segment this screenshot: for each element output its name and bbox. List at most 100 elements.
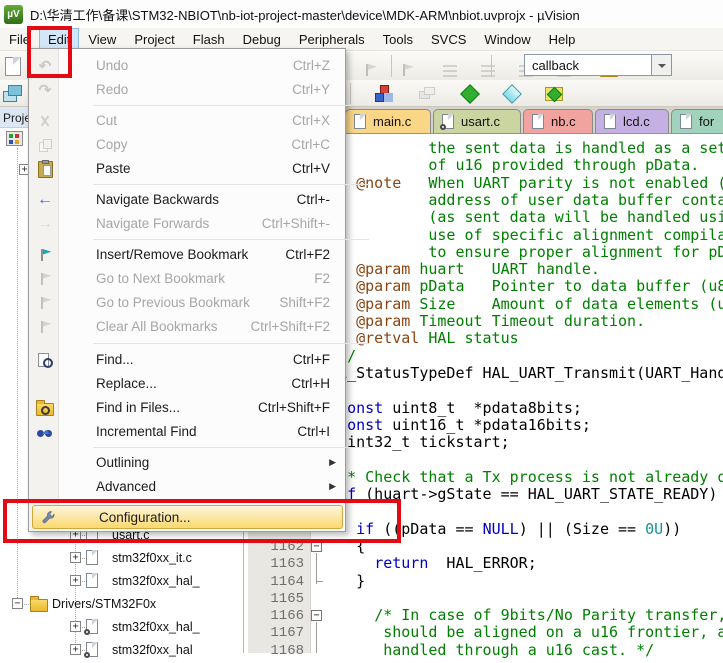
tab-label: usart.c — [461, 114, 500, 129]
menubar-item-window[interactable]: Window — [475, 28, 539, 50]
menu-item-find[interactable]: Find...Ctrl+F — [30, 348, 344, 372]
tab-usartc[interactable]: usart.c — [433, 109, 521, 133]
menu-item-label: Clear All Bookmarks — [96, 319, 218, 334]
menu-item-label: Advanced — [96, 479, 156, 494]
tree-expander[interactable]: − — [12, 598, 23, 609]
menu-separator — [93, 447, 369, 448]
code-segment: (as sent data will be handled using u16 … — [320, 208, 723, 226]
menubar-item-peripherals[interactable]: Peripherals — [290, 28, 374, 50]
menu-separator — [93, 239, 369, 240]
code-segment: } — [320, 572, 365, 590]
code-line: @param pData Pointer to data buffer (u8 … — [320, 278, 723, 295]
code-segment: uint32_t tickstart; — [320, 433, 510, 451]
code-segment: @note — [356, 174, 401, 192]
debug-session-icon[interactable] — [502, 84, 522, 104]
menu-item-advanced[interactable]: Advanced — [30, 475, 344, 499]
toolbar-separator — [391, 55, 392, 77]
clear-all-bookmarks-icon[interactable] — [400, 63, 415, 77]
code-segment: pData Pointer to data buffer (u8 or u16 … — [410, 277, 723, 295]
file-icon — [86, 550, 98, 565]
indent-left-icon[interactable] — [443, 65, 457, 77]
batch-build-icon[interactable] — [419, 87, 435, 101]
tree-expander[interactable]: + — [70, 644, 81, 655]
tree-expander[interactable]: + — [70, 552, 81, 563]
tree-item-stm32f0xx_hal[interactable]: stm32f0xx_hal — [112, 643, 193, 663]
code-segment: HAL status — [419, 329, 518, 347]
code-line: } — [320, 573, 365, 590]
menubar-item-view[interactable]: View — [79, 28, 125, 50]
goto-next-bookmark-icon[interactable] — [363, 63, 378, 77]
line-number: 1163 — [250, 556, 304, 572]
menu-item-insert-remove-bookmark[interactable]: Insert/Remove BookmarkCtrl+F2 — [30, 243, 344, 267]
code-segment: 0U — [645, 520, 663, 538]
code-line: @param Size Amount of data elements (u8 … — [320, 296, 723, 313]
menu-item-label: Incremental Find — [96, 424, 197, 439]
combo-dropdown-icon[interactable] — [651, 54, 672, 76]
indent-right-icon[interactable] — [481, 65, 495, 77]
tree-item-Drivers_STM32F0x[interactable]: Drivers/STM32F0x — [52, 597, 156, 617]
new-file-icon[interactable] — [5, 57, 21, 76]
code-segment: @param — [356, 260, 410, 278]
tree-expander[interactable]: + — [70, 621, 81, 632]
menu-item-go-to-previous-bookmark: Go to Previous BookmarkShift+F2 — [30, 291, 344, 315]
tree-item-stm32f0xx_hal_[interactable]: stm32f0xx_hal_ — [112, 574, 200, 594]
tree-item-stm32f0xx_it_c[interactable]: stm32f0xx_it.c — [112, 551, 192, 571]
code-line: uint32_t tickstart; — [320, 434, 510, 451]
menu-item-label: Outlining — [96, 455, 149, 470]
menu-bar: FileEditViewProjectFlashDebugPeripherals… — [0, 28, 723, 50]
menubar-item-debug[interactable]: Debug — [234, 28, 290, 50]
menu-item-shortcut: Ctrl+V — [292, 161, 330, 176]
menu-item-outlining[interactable]: Outlining — [30, 451, 344, 475]
line-number: 1168 — [250, 643, 304, 659]
find-in-files-icon — [36, 403, 54, 416]
code-segment: huart UART handle. — [410, 260, 600, 278]
tree-item-stm32f0xx_hal_[interactable]: stm32f0xx_hal_ — [112, 620, 200, 640]
menubar-item-tools[interactable]: Tools — [374, 28, 422, 50]
menu-item-shortcut: Ctrl+Shift+F — [258, 400, 330, 415]
menu-item-navigate-forwards: Navigate ForwardsCtrl+Shift+- — [30, 212, 344, 236]
redo-icon — [39, 81, 52, 99]
menu-item-redo: RedoCtrl+Y — [30, 78, 344, 102]
toolbar-separator — [350, 83, 351, 104]
tab-lcdc[interactable]: lcd.c — [595, 109, 669, 133]
tab-mainc[interactable]: main.c — [345, 109, 431, 133]
menu-item-label: Find in Files... — [96, 400, 180, 415]
search-combo[interactable]: callback — [524, 54, 652, 76]
menu-item-replace[interactable]: Replace...Ctrl+H — [30, 372, 344, 396]
navigate-forwards-icon — [37, 215, 53, 233]
file-icon — [680, 114, 692, 129]
translate-file-icon[interactable] — [3, 84, 22, 101]
tab-for[interactable]: for — [671, 109, 723, 133]
toolbar-separator — [491, 55, 492, 77]
fold-tick — [316, 581, 323, 582]
copy-icon — [38, 138, 52, 152]
tab-nbc[interactable]: nb.c — [523, 109, 593, 133]
menu-item-label: Cut — [96, 113, 117, 128]
build-target-icon[interactable] — [375, 85, 393, 101]
folder-icon — [30, 599, 48, 612]
tree-expander[interactable]: + — [70, 575, 81, 586]
code-segment: uint16_t *pdata16bits; — [383, 416, 591, 434]
menu-item-shortcut: Ctrl+Y — [292, 82, 330, 97]
menu-item-incremental-find[interactable]: Incremental FindCtrl+I — [30, 420, 344, 444]
code-segment: @param — [356, 295, 410, 313]
menu-item-find-in-files[interactable]: Find in Files... Ctrl+Shift+F — [30, 396, 344, 420]
menu-item-navigate-backwards[interactable]: Navigate BackwardsCtrl+- — [30, 188, 344, 212]
menu-separator — [93, 343, 369, 344]
download-icon[interactable] — [460, 84, 480, 104]
menu-item-shortcut: Ctrl+- — [297, 192, 330, 207]
file-gear-icon — [86, 642, 98, 657]
menubar-item-project[interactable]: Project — [125, 28, 183, 50]
menubar-item-svcs[interactable]: SVCS — [422, 28, 475, 50]
menubar-item-help[interactable]: Help — [540, 28, 585, 50]
tab-label: for — [699, 114, 714, 129]
file-icon — [532, 114, 544, 129]
fold-toggle[interactable]: − — [311, 610, 322, 621]
pack-installer-icon[interactable] — [545, 87, 563, 101]
menu-item-label: Copy — [96, 137, 128, 152]
fold-line — [316, 622, 317, 653]
code-segment: should be aligned on a u16 frontier, as … — [320, 623, 723, 641]
menu-item-label: Replace... — [96, 376, 157, 391]
menubar-item-flash[interactable]: Flash — [184, 28, 234, 50]
menu-item-paste[interactable]: PasteCtrl+V — [30, 157, 344, 181]
